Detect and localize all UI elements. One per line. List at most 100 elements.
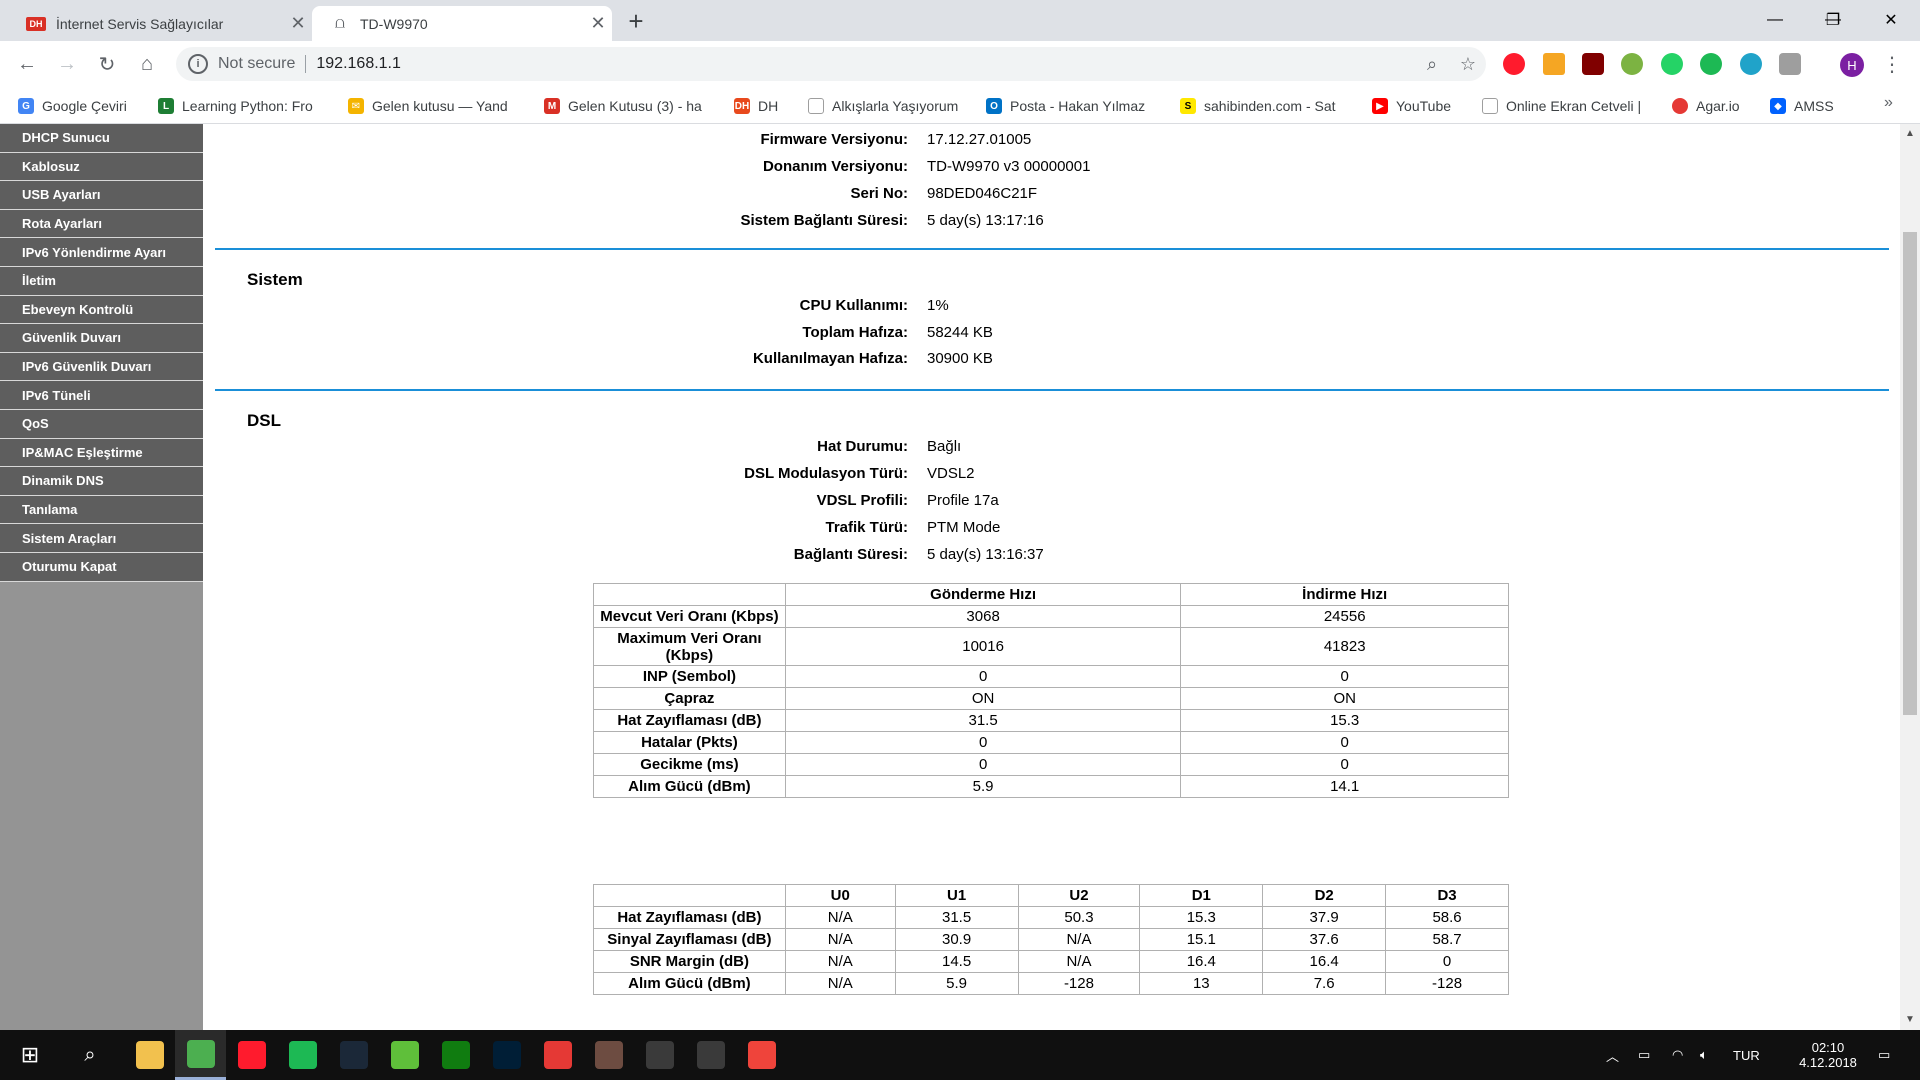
sidebar-item[interactable]: IPv6 Tüneli [0,381,203,410]
taskbar-app[interactable] [634,1030,685,1080]
sidebar-item[interactable]: Güvenlik Duvarı [0,324,203,353]
forward-icon[interactable]: → [52,49,82,79]
scroll-down-icon[interactable]: ▼ [1905,1014,1915,1025]
ublock-icon[interactable] [1582,53,1604,75]
whatsapp-icon[interactable] [1661,53,1683,75]
bookmark-item[interactable]: G Google Çeviri [18,96,146,116]
avatar[interactable]: H [1840,53,1864,77]
bookmark-item[interactable]: ▶ YouTube [1372,96,1464,116]
bookmark-item[interactable]: ✉ Gelen kutusu — Yand [348,96,522,116]
sidebar-item[interactable]: QoS [0,409,203,439]
sidebar-item[interactable]: Rota Ayarları [0,209,203,239]
traffic-type-label: Trafik Türü: [825,518,908,536]
bookmark-item[interactable]: O Posta - Hakan Yılmaz [986,96,1158,116]
sidebar-item[interactable]: USB Ayarları [0,181,203,210]
table-row: Hat Zayıflaması (dB) N/A 31.5 50.3 15.3 37.9 5… [593,906,1509,929]
close-window-button[interactable]: ✕ [1868,0,1914,40]
clock[interactable]: 02:10 4.12.2018 [1780,1030,1876,1080]
sidebar-item[interactable]: Tanılama [0,495,203,525]
opera-extension-icon[interactable] [1503,53,1525,75]
restore-button[interactable]: ❐ [1810,0,1856,40]
bookmark-item[interactable]: DH DH [734,96,794,116]
address-bar[interactable]: i Not secure 192.168.1.1 ⌕ ☆ [176,47,1486,81]
star-icon[interactable]: ☆ [1450,54,1486,75]
taskbar-app[interactable] [328,1030,379,1080]
taskbar-app[interactable] [685,1030,736,1080]
page-scrollbar[interactable]: ▲ ▼ [1900,124,1920,1030]
info-icon[interactable]: i [188,54,208,74]
table-row: Hat Zayıflaması (dB) 31.5 15.3 [593,709,1509,732]
minimize-button[interactable]: — [1752,0,1798,40]
taskbar-app[interactable] [583,1030,634,1080]
sidebar-menu: DHCP Sunucu Kablosuz USB Ayarları Rota Ayar… [0,124,203,1030]
google-translate-icon: G [18,98,34,114]
chat-extension-icon[interactable] [1740,53,1762,75]
zoom-icon[interactable]: ⌕ [1414,54,1450,75]
file-explorer-icon [135,1041,164,1069]
taskbar-app[interactable] [736,1030,787,1080]
cpu-row: CPU Kullanımı: [203,294,908,316]
bookmark-label: Gelen Kutusu (3) - ha [568,98,702,114]
table-row: Sinyal Zayıflaması (dB) N/A 30.9 N/A 15.1 37.… [593,928,1509,951]
url-text[interactable]: 192.168.1.1 [316,55,1414,73]
taskbar-app[interactable] [226,1030,277,1080]
sidebar-item[interactable]: Kablosuz [0,152,203,182]
row-label: SNR Margin (dB) [593,950,786,973]
scroll-thumb[interactable] [1903,232,1917,715]
sidebar-item[interactable]: IPv6 Yönlendirme Ayarı [0,238,203,267]
reload-icon[interactable]: ↻ [92,49,122,79]
taskbar-app[interactable] [277,1030,328,1080]
sidebar-item[interactable]: Sistem Araçları [0,524,203,553]
search-button[interactable]: ⌕ [60,1030,120,1080]
new-extension-icon[interactable] [1543,53,1565,75]
spotify-extension-icon[interactable] [1700,53,1722,75]
sidebar-item[interactable]: İletim [0,266,203,296]
taskbar-app[interactable] [532,1030,583,1080]
table-cell: 0 [784,753,1182,776]
show-hidden-icons-button[interactable]: ︿ [1606,1030,1619,1080]
new-tab-button[interactable]: + [622,8,650,36]
chevron-up-icon: ︿ [1606,1048,1620,1064]
printer-extension-icon[interactable] [1779,53,1801,75]
windows-taskbar: ⊞ ⌕ ︿ ▭ ◠ 🔈︎ TUR 02:10 4.12.2018 ▭ [0,1030,1920,1080]
taskbar-app[interactable] [124,1030,175,1080]
bookmark-item[interactable]: M Gelen Kutusu (3) - ha [544,96,714,116]
sidebar-item[interactable]: Dinamik DNS [0,467,203,496]
table-cell: N/A [784,950,896,973]
wifi-icon[interactable]: ◠ [1672,1030,1683,1080]
scroll-up-icon[interactable]: ▲ [1905,128,1915,139]
close-icon[interactable]: ✕ [584,13,612,34]
back-icon[interactable]: ← [12,49,42,79]
more-vert-icon[interactable]: ⋮ [1882,52,1902,77]
sidebar-item[interactable]: Ebeveyn Kontrolü [0,295,203,325]
table-cell: 15.3 [1180,709,1509,732]
tab-router[interactable]: ⩍ TD-W9970 ✕ [312,6,612,41]
battery-icon[interactable]: ▭ [1638,1030,1650,1080]
tab-isp[interactable]: DH İnternet Servis Sağlayıcılar ✕ [8,6,312,41]
bookmark-item[interactable]: L Learning Python: Fro [158,96,328,116]
notification-icon[interactable]: ▭ [1878,1030,1890,1080]
bookmark-item[interactable]: Online Ekran Cetveli | [1482,96,1652,116]
sidebar-item[interactable]: IPv6 Güvenlik Duvarı [0,352,203,382]
bookmark-item[interactable]: Agar.io [1672,96,1752,116]
puzzle-extension-icon[interactable] [1621,53,1643,75]
bookmark-label: Alkışlarla Yaşıyorum [832,98,959,114]
taskbar-app[interactable] [430,1030,481,1080]
sidebar-item[interactable]: IP&MAC Eşleştirme [0,438,203,468]
start-button[interactable]: ⊞ [0,1030,60,1080]
bookmark-item[interactable]: Ssahibinden.com - Sat [1180,96,1350,116]
volume-icon[interactable]: 🔈︎ [1700,1030,1708,1080]
home-icon[interactable]: ⌂ [132,49,162,79]
taskbar-app[interactable] [175,1030,226,1080]
close-icon[interactable]: ✕ [284,13,312,34]
bookmark-item[interactable]: ◆ AMSS [1770,96,1850,116]
divider [305,55,307,73]
sidebar-item[interactable]: DHCP Sunucu [0,124,203,153]
bookmark-item[interactable]: Alkışlarla Yaşıyorum [808,96,980,116]
taskbar-app[interactable] [379,1030,430,1080]
taskbar-app[interactable] [481,1030,532,1080]
table-header-row: U0 U1 U2 D1 D2 D3 [593,884,1509,907]
bookmarks-more-button[interactable]: » [1884,94,1893,112]
language-indicator[interactable]: TUR [1733,1030,1760,1080]
sidebar-item[interactable]: Oturumu Kapat [0,552,203,582]
